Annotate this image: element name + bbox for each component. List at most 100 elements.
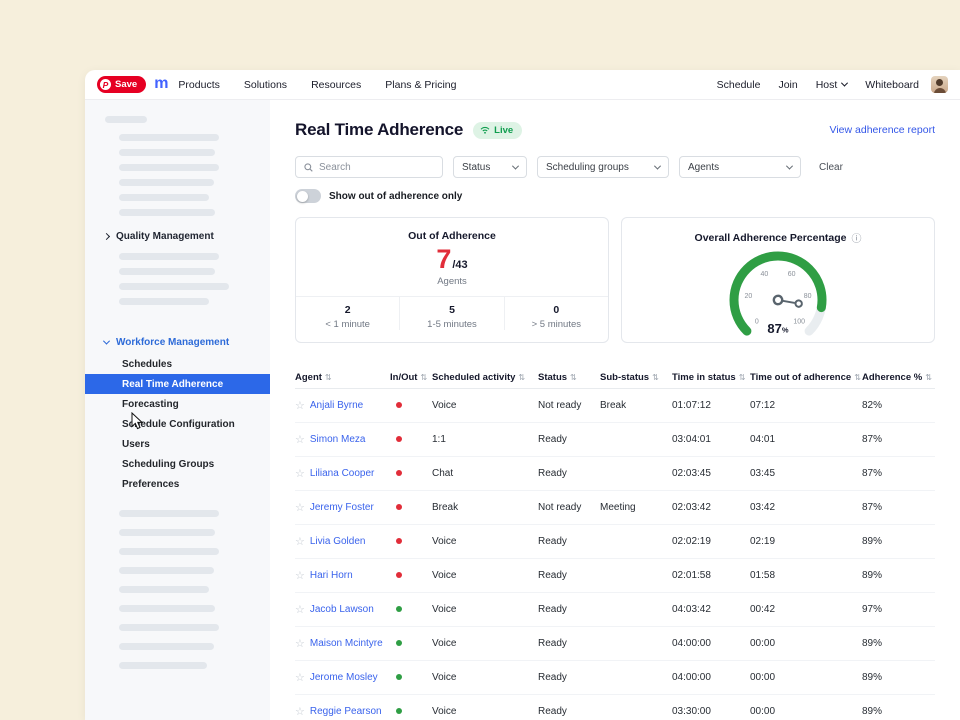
- sidebar-item-scheduling-groups[interactable]: Scheduling Groups: [85, 454, 270, 474]
- column-header-time-out-of-adherence[interactable]: Time out of adherence⇅: [750, 372, 862, 383]
- time-out-of-adherence-cell: 00:00: [750, 706, 862, 717]
- column-header-agent[interactable]: Agent⇅: [295, 372, 390, 383]
- breakdown-label: 1-5 minutes: [400, 319, 503, 330]
- nav-item-solutions[interactable]: Solutions: [244, 79, 287, 91]
- agent-link[interactable]: Liliana Cooper: [310, 468, 375, 479]
- time-out-of-adherence-cell: 03:45: [750, 468, 862, 479]
- column-header-status[interactable]: Status⇅: [538, 372, 600, 383]
- sort-icon: ⇅: [652, 373, 659, 382]
- skeleton-bar: [119, 283, 229, 290]
- in-out-cell: [390, 468, 432, 479]
- miro-logo[interactable]: m: [154, 76, 168, 92]
- star-icon[interactable]: ☆: [295, 501, 305, 514]
- star-icon[interactable]: ☆: [295, 399, 305, 412]
- agent-link[interactable]: Jacob Lawson: [310, 604, 374, 615]
- live-badge-label: Live: [494, 125, 513, 136]
- top-navigation: P Save m Products Solutions Resources Plans…: [85, 70, 960, 100]
- sidebar-item-workforce-management[interactable]: Workforce Management: [85, 337, 270, 348]
- time-out-of-adherence-cell: 03:42: [750, 502, 862, 513]
- agents-dropdown[interactable]: Agents: [679, 156, 801, 178]
- sidebar-item-forecasting[interactable]: Forecasting: [85, 394, 270, 414]
- sidebar-item-users[interactable]: Users: [85, 434, 270, 454]
- star-icon[interactable]: ☆: [295, 467, 305, 480]
- sidebar-item-preferences[interactable]: Preferences: [85, 474, 270, 494]
- view-adherence-report-link[interactable]: View adherence report: [830, 124, 935, 136]
- agent-link[interactable]: Simon Meza: [310, 434, 366, 445]
- nav-item-products[interactable]: Products: [178, 79, 219, 91]
- agent-link[interactable]: Jeremy Foster: [310, 502, 374, 513]
- gauge-tick-label: 100: [793, 319, 805, 326]
- agent-link[interactable]: Maison Mcintyre: [310, 638, 383, 649]
- app-window: P Save m Products Solutions Resources Plans…: [85, 70, 960, 720]
- skeleton-bar: [119, 298, 209, 305]
- star-icon[interactable]: ☆: [295, 569, 305, 582]
- nav-item-schedule[interactable]: Schedule: [717, 79, 761, 91]
- chevron-down-icon: [786, 162, 793, 169]
- table-row: ☆Reggie PearsonVoiceReady03:30:0000:0089…: [295, 695, 935, 720]
- skeleton-bar: [119, 548, 219, 555]
- nav-item-join[interactable]: Join: [778, 79, 797, 91]
- nav-item-whiteboard[interactable]: Whiteboard: [865, 79, 919, 91]
- star-icon[interactable]: ☆: [295, 603, 305, 616]
- column-header-adherence[interactable]: Adherence %⇅: [862, 372, 935, 383]
- adherence-cell: 82%: [862, 400, 935, 411]
- table-row: ☆Maison McintyreVoiceReady04:00:0000:008…: [295, 627, 935, 661]
- out-of-adherence-card: Out of Adherence 7/43 Agents 2< 1 minute…: [295, 217, 609, 343]
- scheduling-groups-dropdown[interactable]: Scheduling groups: [537, 156, 669, 178]
- in-out-dot: [396, 674, 402, 680]
- time-in-status-cell: 02:03:42: [672, 502, 750, 513]
- agent-link[interactable]: Hari Horn: [310, 570, 353, 581]
- column-header-label: Sub-status: [600, 372, 649, 383]
- show-out-of-adherence-toggle[interactable]: [295, 189, 321, 203]
- adherence-cell: 89%: [862, 706, 935, 717]
- adherence-cell: 97%: [862, 604, 935, 615]
- table-row: ☆Liliana CooperChatReady02:03:4503:4587%: [295, 457, 935, 491]
- in-out-dot: [396, 640, 402, 646]
- sidebar-item-quality-management[interactable]: Quality Management: [85, 231, 270, 242]
- column-header-time-in-status[interactable]: Time in status⇅: [672, 372, 750, 383]
- time-out-of-adherence-cell: 00:00: [750, 638, 862, 649]
- info-icon[interactable]: ⓘ: [851, 230, 861, 245]
- table-row: ☆Anjali ByrneVoiceNot readyBreak01:07:12…: [295, 389, 935, 423]
- time-in-status-cell: 03:30:00: [672, 706, 750, 717]
- sub-status-cell: Break: [600, 400, 672, 411]
- star-icon[interactable]: ☆: [295, 637, 305, 650]
- clear-filters-button[interactable]: Clear: [819, 162, 843, 173]
- nav-item-host[interactable]: Host: [816, 79, 848, 91]
- time-in-status-cell: 04:00:00: [672, 672, 750, 683]
- adherence-gauge: 020406080100 87%: [668, 245, 888, 341]
- gauge-tick-label: 20: [745, 293, 753, 300]
- skeleton-bar: [119, 586, 209, 593]
- column-header-sub-status[interactable]: Sub-status⇅: [600, 372, 672, 383]
- agent-link[interactable]: Reggie Pearson: [310, 706, 382, 717]
- sidebar-item-schedules[interactable]: Schedules: [85, 354, 270, 374]
- star-icon[interactable]: ☆: [295, 705, 305, 718]
- adherence-cell: 89%: [862, 536, 935, 547]
- agent-link[interactable]: Livia Golden: [310, 536, 366, 547]
- gauge-value: 87%: [767, 321, 788, 336]
- adherence-cell: 89%: [862, 638, 935, 649]
- avatar[interactable]: [931, 76, 948, 93]
- agent-link[interactable]: Jerome Mosley: [310, 672, 378, 683]
- sidebar-item-real-time-adherence[interactable]: Real Time Adherence: [85, 374, 270, 394]
- star-icon[interactable]: ☆: [295, 535, 305, 548]
- skeleton-bar: [119, 605, 215, 612]
- star-icon[interactable]: ☆: [295, 433, 305, 446]
- column-header-scheduled-activity[interactable]: Scheduled activity⇅: [432, 372, 538, 383]
- column-header-in-out[interactable]: In/Out⇅: [390, 372, 432, 383]
- sidebar-item-schedule-configuration[interactable]: Schedule Configuration: [85, 414, 270, 434]
- adherence-breakdown: 2< 1 minute51-5 minutes0> 5 minutes: [296, 296, 608, 330]
- nav-item-resources[interactable]: Resources: [311, 79, 361, 91]
- breakdown-value: 5: [400, 304, 503, 316]
- toggle-row: Show out of adherence only: [295, 189, 935, 203]
- skeleton-group-top: [85, 134, 270, 216]
- status-dropdown[interactable]: Status: [453, 156, 527, 178]
- search-input[interactable]: Search: [295, 156, 443, 178]
- skeleton-bar: [119, 179, 214, 186]
- nav-item-plans-pricing[interactable]: Plans & Pricing: [385, 79, 456, 91]
- star-icon[interactable]: ☆: [295, 671, 305, 684]
- agent-link[interactable]: Anjali Byrne: [310, 400, 363, 411]
- pinterest-save-button[interactable]: P Save: [97, 76, 146, 93]
- out-of-adherence-count-row: 7/43: [296, 246, 608, 273]
- topnav-right-items: Schedule Join Host Whiteboard: [717, 79, 919, 91]
